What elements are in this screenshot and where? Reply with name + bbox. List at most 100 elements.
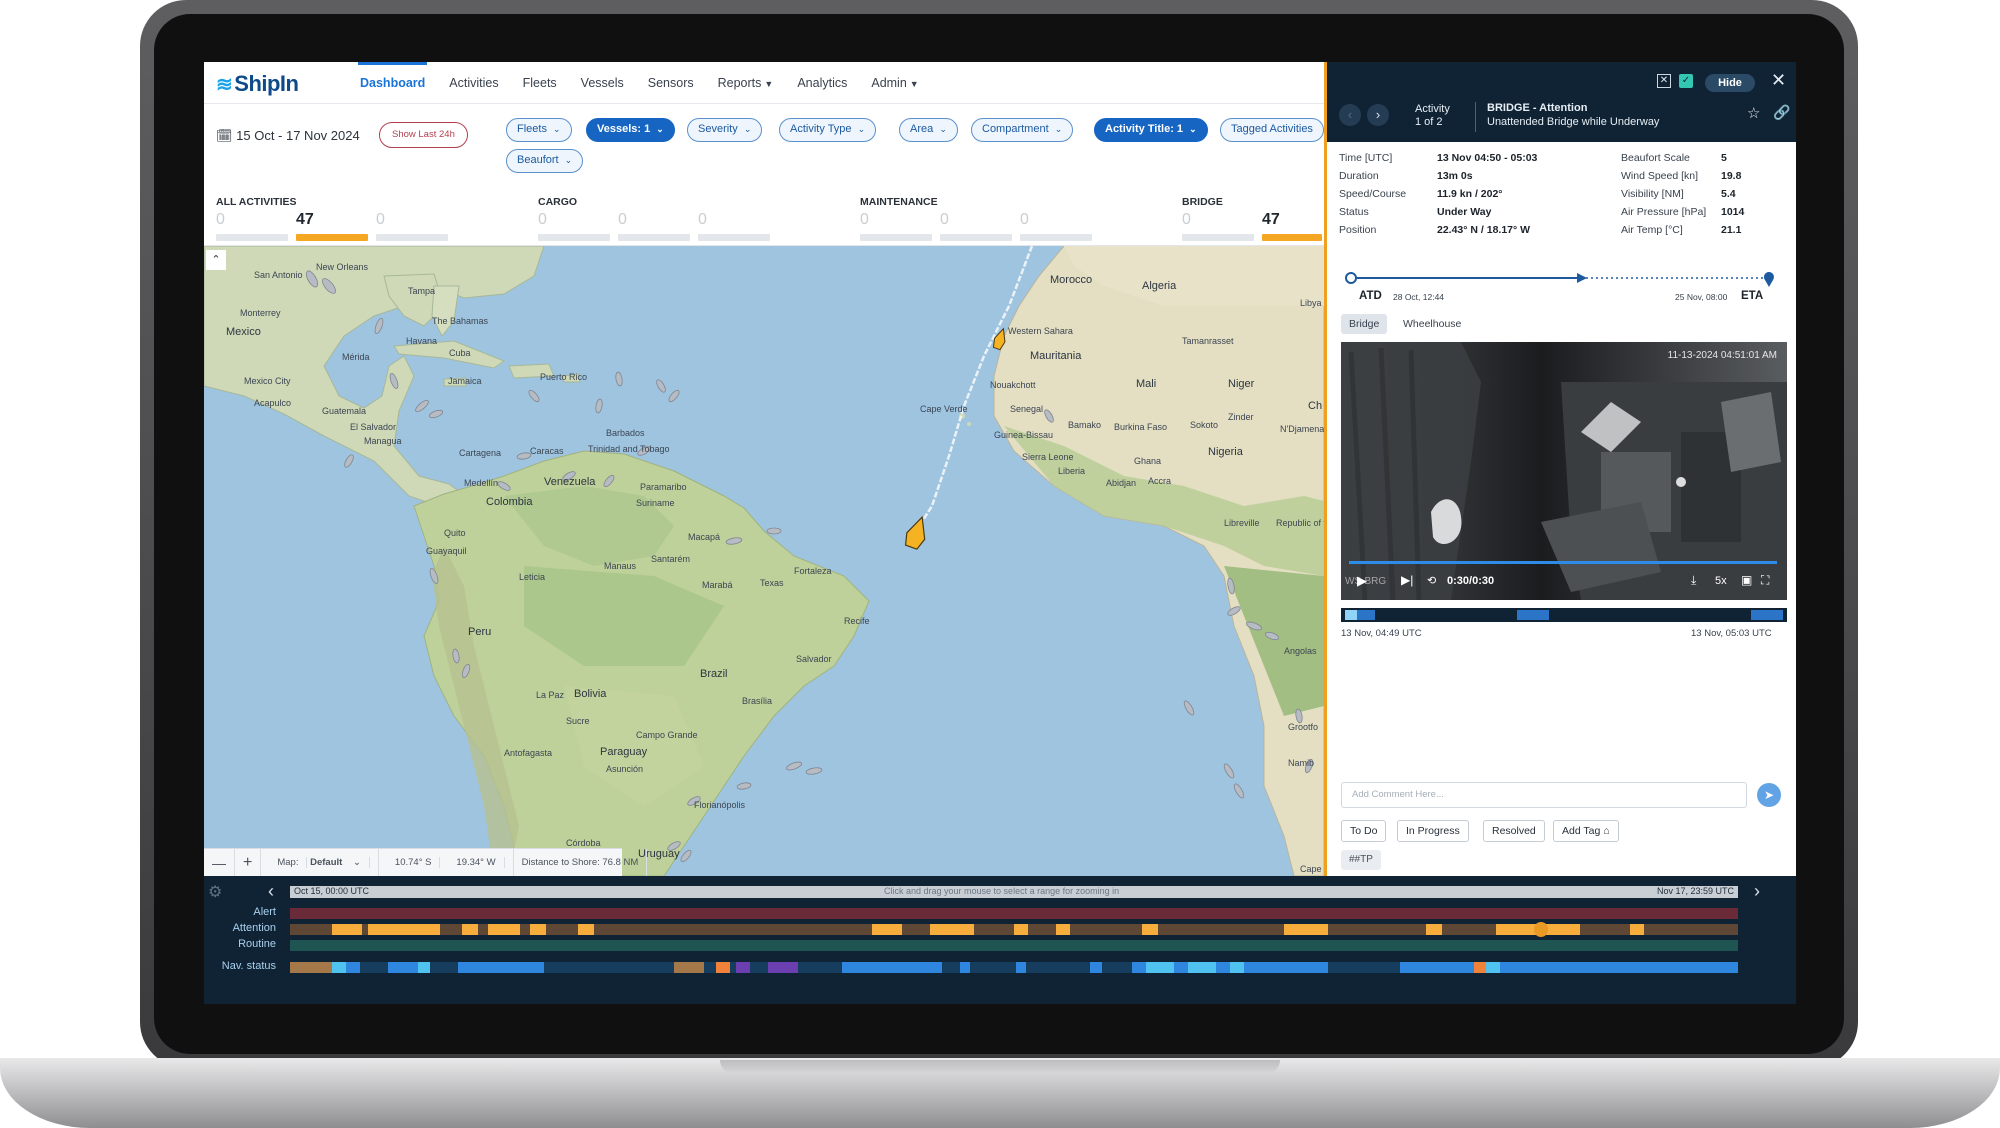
play-icon[interactable]: ▶ xyxy=(1357,573,1367,589)
map-label: Brasília xyxy=(742,696,773,706)
camera-tab-bridge[interactable]: Bridge xyxy=(1341,314,1388,334)
map-label: Accra xyxy=(1148,476,1172,486)
attention-event[interactable] xyxy=(1056,924,1070,935)
chevron-up-icon: ⌃ xyxy=(211,254,221,266)
zoom-out-button[interactable]: — xyxy=(204,848,235,876)
cursor-lon: 19.34° W xyxy=(448,856,505,868)
vessel-map[interactable]: ⌃ San Antonio New Orleans Tampa The Baha… xyxy=(204,246,1324,876)
gear-icon[interactable]: ⚙ xyxy=(208,882,222,902)
close-icon[interactable]: ✕ xyxy=(1771,70,1786,91)
detail-value: Under Way xyxy=(1437,206,1492,218)
map-label: N'Djamena xyxy=(1280,424,1324,434)
map-collapse-button[interactable]: ⌃ xyxy=(206,250,226,270)
timeline-prev-icon[interactable]: ‹ xyxy=(268,881,274,902)
map-label: Trinidad and Tobago xyxy=(588,444,670,454)
timeline-next-icon[interactable]: › xyxy=(1754,881,1760,902)
tag-chip[interactable]: ##TP xyxy=(1341,850,1381,870)
add-tag-button[interactable]: Add Tag ⌂ xyxy=(1553,820,1619,842)
selected-event-marker[interactable] xyxy=(1534,922,1548,937)
filter-chip-tagged-activities[interactable]: Tagged Activities xyxy=(1220,118,1324,142)
attention-event[interactable] xyxy=(1142,924,1158,935)
nav-activities[interactable]: Activities xyxy=(437,62,510,104)
timeline-alert-row[interactable] xyxy=(290,908,1738,919)
star-icon[interactable]: ☆ xyxy=(1747,104,1760,122)
filter-chip-compartment[interactable]: Compartment ⌄ xyxy=(971,118,1074,142)
link-icon[interactable]: 🔗 xyxy=(1773,104,1790,121)
date-range-picker[interactable]: 🗓 15 Oct - 17 Nov 2024 xyxy=(216,128,360,144)
timeline-range-bar[interactable]: Oct 15, 00:00 UTC Click and drag your mo… xyxy=(290,886,1738,898)
counter-bar xyxy=(860,234,932,241)
attention-event[interactable] xyxy=(1284,924,1328,935)
counter-bar xyxy=(1182,234,1254,241)
mark-valid-checkbox[interactable]: ✓ xyxy=(1679,74,1693,88)
filter-chip-activity-type[interactable]: Activity Type ⌄ xyxy=(779,118,877,142)
show-last-24h-button[interactable]: Show Last 24h xyxy=(379,122,468,148)
filter-chip-fleets[interactable]: Fleets ⌄ xyxy=(506,118,572,142)
attention-event[interactable] xyxy=(1014,924,1028,935)
mark-false-icon[interactable]: ✕ xyxy=(1657,74,1671,88)
nav-analytics[interactable]: Analytics xyxy=(785,62,859,104)
zoom-in-button[interactable]: + xyxy=(235,848,262,876)
clip-end-time: 13 Nov, 05:03 UTC xyxy=(1691,628,1772,639)
map-label: Cartagena xyxy=(459,448,502,458)
picture-in-picture-icon[interactable]: ▣ xyxy=(1741,573,1752,587)
attention-event[interactable] xyxy=(578,924,594,935)
filter-chip-vessels[interactable]: Vessels: 1 ⌄ xyxy=(586,118,675,142)
comment-input[interactable]: Add Comment Here... xyxy=(1341,782,1747,808)
filter-chip-activity-title[interactable]: Activity Title: 1 ⌄ xyxy=(1094,118,1208,142)
nav-reports[interactable]: Reports ▼ xyxy=(706,62,786,104)
status-resolved-button[interactable]: Resolved xyxy=(1483,820,1545,842)
attention-event[interactable] xyxy=(872,924,902,935)
map-label: Liberia xyxy=(1058,466,1086,476)
attention-event[interactable] xyxy=(530,924,546,935)
activity-timeline[interactable]: ⚙ ‹ › Oct 15, 00:00 UTC Click and drag y… xyxy=(204,876,1796,1004)
filter-chip-severity[interactable]: Severity ⌄ xyxy=(687,118,763,142)
nav-vessels[interactable]: Vessels xyxy=(569,62,636,104)
nav-dashboard[interactable]: Dashboard xyxy=(348,62,437,104)
filter-chip-area[interactable]: Area ⌄ xyxy=(899,118,958,142)
status-in-progress-button[interactable]: In Progress xyxy=(1397,820,1469,842)
attention-event[interactable] xyxy=(332,924,362,935)
map-label: Cape Verde xyxy=(920,404,968,414)
attention-event[interactable] xyxy=(1630,924,1644,935)
map-label: Morocco xyxy=(1050,274,1093,286)
nav-fleets[interactable]: Fleets xyxy=(511,62,569,104)
timeline-nav-status-row[interactable] xyxy=(290,962,1738,973)
status-todo-button[interactable]: To Do xyxy=(1341,820,1387,842)
chevron-down-icon: ⌄ xyxy=(344,856,370,868)
fullscreen-icon[interactable]: ⛶ xyxy=(1761,573,1769,588)
filter-chip-beaufort[interactable]: Beaufort ⌄ xyxy=(506,149,584,173)
shipin-logo[interactable]: ≋ ShipIn xyxy=(216,71,299,97)
skip-next-icon[interactable]: ▶| xyxy=(1401,573,1413,587)
map-style-select[interactable]: Map: Default ⌄ xyxy=(261,848,379,876)
detail-value: 21.1 xyxy=(1721,224,1742,236)
next-activity-button[interactable]: › xyxy=(1367,104,1389,126)
attention-event[interactable] xyxy=(488,924,520,935)
timeline-routine-row[interactable] xyxy=(290,940,1738,951)
replay-icon[interactable]: ⟲ xyxy=(1427,574,1436,587)
map-status-bar: — + Map: Default ⌄ 10.74° S 19.34° W Dis… xyxy=(204,848,648,876)
previous-activity-button[interactable]: ‹ xyxy=(1339,104,1361,126)
map-label: Namib xyxy=(1288,758,1315,768)
attention-event[interactable] xyxy=(930,924,974,935)
attention-event[interactable] xyxy=(1426,924,1442,935)
nav-sensors[interactable]: Sensors xyxy=(636,62,706,104)
camera-tab-wheelhouse[interactable]: Wheelhouse xyxy=(1395,314,1470,334)
send-comment-button[interactable]: ➤ xyxy=(1757,783,1781,807)
nav-status-segment xyxy=(674,962,704,973)
map-label: Cuba xyxy=(449,348,471,358)
counter-routine: 0 xyxy=(376,211,385,228)
nav-status-segment xyxy=(290,962,332,973)
chip-label: Activity Type xyxy=(790,123,852,135)
nav-admin[interactable]: Admin ▼ xyxy=(859,62,930,104)
download-icon[interactable]: ⤓ xyxy=(1691,573,1696,588)
attention-event[interactable] xyxy=(462,924,478,935)
playback-speed[interactable]: 5x xyxy=(1715,575,1727,587)
hide-button[interactable]: Hide xyxy=(1705,74,1755,92)
timeline-attention-row[interactable] xyxy=(290,922,1738,937)
chip-label: Activity Title: 1 xyxy=(1105,123,1184,135)
video-player[interactable]: 11-13-2024 04:51:01 AM WS-BRG ▶ ▶| ⟲ 0:3… xyxy=(1341,342,1787,600)
clip-timeline[interactable] xyxy=(1341,608,1787,622)
map-label: Guatemala xyxy=(322,406,367,416)
attention-event[interactable] xyxy=(368,924,440,935)
